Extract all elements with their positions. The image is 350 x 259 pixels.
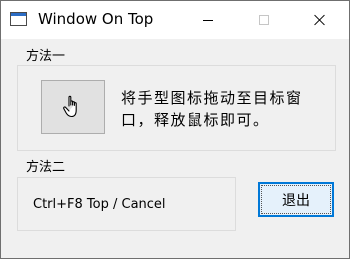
minimize-button[interactable] <box>185 1 231 39</box>
window-title: Window On Top <box>38 10 154 28</box>
exit-button[interactable]: 退出 <box>258 182 334 217</box>
close-button[interactable] <box>297 1 343 39</box>
minimize-icon <box>203 20 213 21</box>
hotkey-text: Ctrl+F8 Top / Cancel <box>33 197 166 212</box>
hand-pointer-icon <box>63 95 77 118</box>
method1-instruction: 将手型图标拖动至目标窗口，释放鼠标即可。 <box>121 89 303 129</box>
exit-button-label: 退出 <box>282 192 310 209</box>
maximize-icon <box>259 15 269 25</box>
window-icon <box>10 12 27 26</box>
title-bar[interactable]: Window On Top <box>1 1 349 39</box>
close-icon <box>314 14 326 26</box>
method2-label: 方法二 <box>24 160 68 176</box>
app-window: Window On Top 方法一 将手型图标拖动至目标窗口，释放鼠标即可。 方… <box>0 0 350 259</box>
drag-hand-button[interactable] <box>41 80 105 134</box>
method1-label: 方法一 <box>24 49 68 65</box>
maximize-button <box>241 1 287 39</box>
